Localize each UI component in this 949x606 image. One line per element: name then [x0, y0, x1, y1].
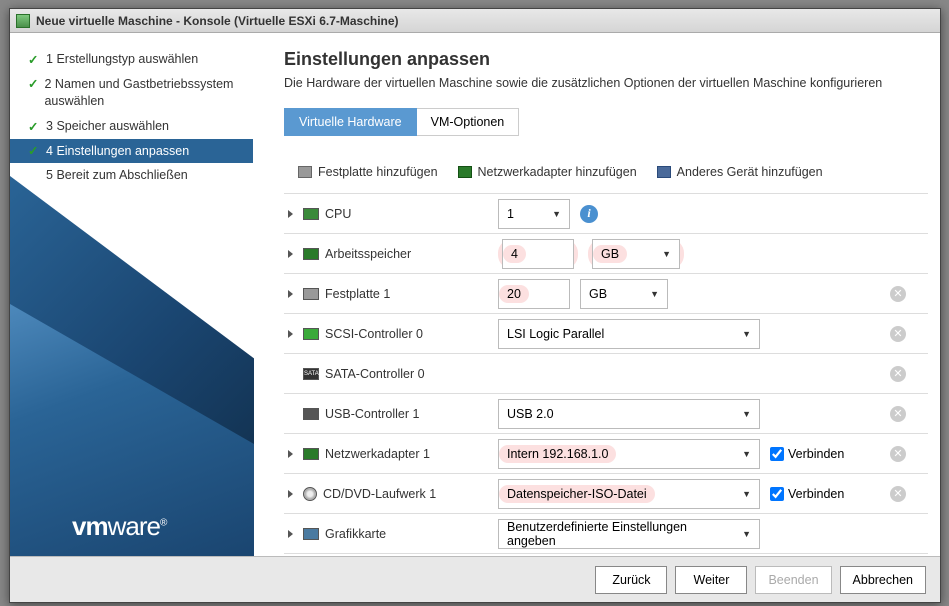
expand-icon[interactable]: [288, 210, 293, 218]
cancel-button[interactable]: Abbrechen: [840, 566, 926, 594]
wizard-sidebar: ✓ 1 Erstellungstyp auswählen ✓ 2 Namen u…: [10, 33, 254, 556]
cpu-select[interactable]: 1: [498, 199, 570, 229]
network-select[interactable]: Intern 192.168.1.0: [498, 439, 760, 469]
expand-icon[interactable]: [288, 450, 293, 458]
check-icon: ✓: [28, 76, 38, 91]
connect-checkbox[interactable]: [770, 487, 784, 501]
cd-icon: [303, 487, 317, 501]
usb-select[interactable]: USB 2.0: [498, 399, 760, 429]
tab-hardware[interactable]: Virtuelle Hardware: [284, 108, 417, 136]
check-icon: ✓: [28, 119, 40, 134]
page-desc: Die Hardware der virtuellen Maschine sow…: [284, 76, 918, 90]
remove-icon[interactable]: ✕: [890, 326, 906, 342]
network-icon: [303, 448, 319, 460]
hardware-list: CPU 1 i Arbeitsspeicher: [284, 193, 928, 554]
row-memory: Arbeitsspeicher 4 GB: [284, 234, 928, 274]
row-cd: CD/DVD-Laufwerk 1 Datenspeicher-ISO-Date…: [284, 474, 928, 514]
main-panel: Einstellungen anpassen Die Hardware der …: [254, 33, 940, 556]
memory-icon: [303, 248, 319, 260]
disk-icon: [298, 166, 312, 178]
row-cpu: CPU 1 i: [284, 194, 928, 234]
add-network-button[interactable]: Netzwerkadapter hinzufügen: [458, 165, 637, 179]
video-icon: [303, 528, 319, 540]
disk-icon: [303, 288, 319, 300]
expand-icon[interactable]: [288, 290, 293, 298]
remove-icon[interactable]: ✕: [890, 406, 906, 422]
hardware-scroll[interactable]: Festplatte hinzufügen Netzwerkadapter hi…: [284, 161, 928, 556]
remove-icon[interactable]: ✕: [890, 286, 906, 302]
scsi-icon: [303, 328, 319, 340]
check-icon: ✓: [28, 52, 40, 67]
titlebar: Neue virtuelle Maschine - Konsole (Virtu…: [10, 9, 940, 33]
dialog-content: ✓ 1 Erstellungstyp auswählen ✓ 2 Namen u…: [10, 33, 940, 556]
info-icon[interactable]: i: [580, 205, 598, 223]
connect-checkbox[interactable]: [770, 447, 784, 461]
dialog-footer: Zurück Weiter Beenden Abbrechen: [10, 556, 940, 602]
remove-icon[interactable]: ✕: [890, 366, 906, 382]
step-customize[interactable]: ✓ 4 Einstellungen anpassen: [10, 139, 253, 164]
row-sata: SATA SATA-Controller 0 ✕: [284, 354, 928, 394]
settings-tabs: Virtuelle Hardware VM-Optionen: [284, 108, 918, 136]
memory-unit-select[interactable]: GB: [592, 239, 680, 269]
window-title: Neue virtuelle Maschine - Konsole (Virtu…: [36, 14, 399, 28]
cpu-icon: [303, 208, 319, 220]
disk-unit-select[interactable]: GB: [580, 279, 668, 309]
step-type[interactable]: ✓ 1 Erstellungstyp auswählen: [10, 47, 253, 72]
expand-icon[interactable]: [288, 250, 293, 258]
vmware-logo: vmware®: [72, 511, 166, 542]
add-other-device-button[interactable]: Anderes Gerät hinzufügen: [657, 165, 823, 179]
next-button[interactable]: Weiter: [675, 566, 747, 594]
network-icon: [458, 166, 472, 178]
step-name-os[interactable]: ✓ 2 Namen und Gastbetriebssystem auswähl…: [10, 72, 253, 114]
add-disk-button[interactable]: Festplatte hinzufügen: [298, 165, 438, 179]
cd-select[interactable]: Datenspeicher-ISO-Datei: [498, 479, 760, 509]
hardware-toolbar: Festplatte hinzufügen Netzwerkadapter hi…: [284, 161, 928, 193]
wizard-steps: ✓ 1 Erstellungstyp auswählen ✓ 2 Namen u…: [10, 47, 253, 188]
scsi-select[interactable]: LSI Logic Parallel: [498, 319, 760, 349]
back-button[interactable]: Zurück: [595, 566, 667, 594]
finish-button: Beenden: [755, 566, 831, 594]
expand-icon[interactable]: [288, 490, 293, 498]
row-video: Grafikkarte Benutzerdefinierte Einstellu…: [284, 514, 928, 554]
vm-icon: [16, 14, 30, 28]
step-ready[interactable]: ✓ 5 Bereit zum Abschließen: [10, 163, 253, 188]
expand-icon[interactable]: [288, 530, 293, 538]
highlight: 4: [498, 239, 578, 269]
disk-size-input[interactable]: 20: [498, 279, 570, 309]
check-icon: ✓: [28, 143, 40, 158]
cd-connect[interactable]: Verbinden: [770, 487, 844, 501]
sata-icon: SATA: [303, 368, 319, 380]
remove-icon[interactable]: ✕: [890, 486, 906, 502]
new-vm-dialog: Neue virtuelle Maschine - Konsole (Virtu…: [9, 8, 941, 603]
tab-vm-options[interactable]: VM-Optionen: [417, 108, 520, 136]
page-heading: Einstellungen anpassen: [284, 49, 918, 70]
highlight: GB: [588, 239, 684, 269]
row-scsi: SCSI-Controller 0 LSI Logic Parallel ✕: [284, 314, 928, 354]
network-connect[interactable]: Verbinden: [770, 447, 844, 461]
memory-input[interactable]: 4: [502, 239, 574, 269]
row-disk1: Festplatte 1 20 GB ✕: [284, 274, 928, 314]
row-usb: USB-Controller 1 USB 2.0 ✕: [284, 394, 928, 434]
video-select[interactable]: Benutzerdefinierte Einstellungen angeben: [498, 519, 760, 549]
row-network: Netzwerkadapter 1 Intern 192.168.1.0 Ver…: [284, 434, 928, 474]
expand-icon[interactable]: [288, 330, 293, 338]
device-icon: [657, 166, 671, 178]
step-storage[interactable]: ✓ 3 Speicher auswählen: [10, 114, 253, 139]
usb-icon: [303, 408, 319, 420]
remove-icon[interactable]: ✕: [890, 446, 906, 462]
